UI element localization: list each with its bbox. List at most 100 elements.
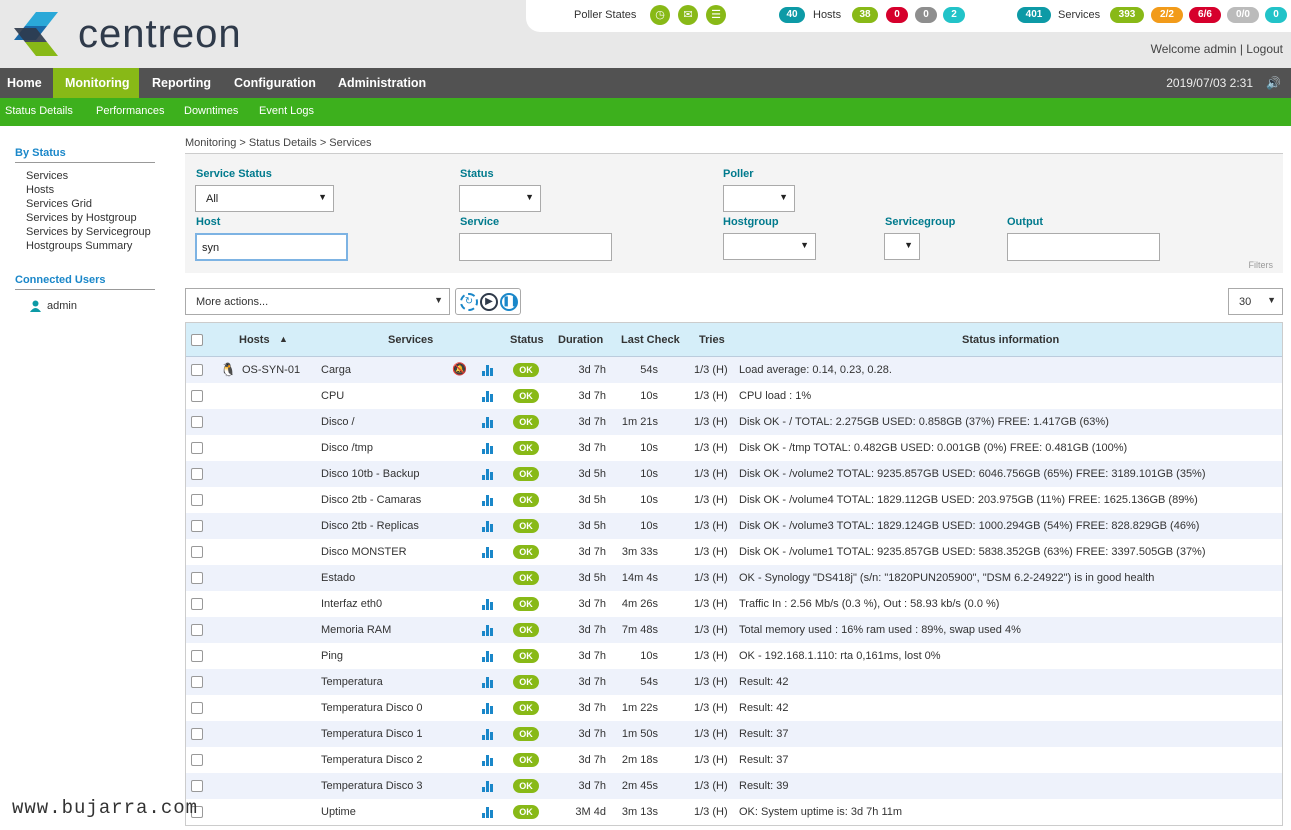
poller-select[interactable]: ▼: [723, 185, 795, 212]
service-name[interactable]: Uptime: [321, 806, 356, 818]
service-name[interactable]: Temperatura Disco 0: [321, 702, 423, 714]
services-critical-badge[interactable]: 6/6: [1189, 7, 1221, 23]
subnav-performances[interactable]: Performances: [96, 105, 164, 117]
services-warning-badge[interactable]: 2/2: [1151, 7, 1183, 23]
table-row[interactable]: Temperatura OK 3d 7h 54s 1/3 (H) Result: 42: [186, 669, 1282, 695]
table-row[interactable]: Temperatura Disco 1 OK 3d 7h 1m 50s 1/3 (H) R…: [186, 721, 1282, 747]
service-name[interactable]: Disco 2tb - Camaras: [321, 494, 421, 506]
inbox-icon[interactable]: ✉: [678, 5, 698, 25]
service-name[interactable]: Disco /tmp: [321, 442, 373, 454]
nav-monitoring[interactable]: Monitoring: [53, 68, 139, 98]
subnav-event-logs[interactable]: Event Logs: [259, 105, 314, 117]
column-last-check[interactable]: Last Check: [621, 334, 680, 346]
row-checkbox[interactable]: [191, 650, 203, 662]
service-name[interactable]: Temperatura Disco 3: [321, 780, 423, 792]
service-name[interactable]: Disco MONSTER: [321, 546, 407, 558]
row-checkbox[interactable]: [191, 754, 203, 766]
sidebar-item-services[interactable]: Services: [26, 170, 68, 182]
graph-icon[interactable]: [482, 469, 494, 480]
row-checkbox[interactable]: [191, 494, 203, 506]
service-name[interactable]: Temperatura Disco 1: [321, 728, 423, 740]
column-hosts[interactable]: Hosts: [239, 334, 270, 346]
row-checkbox[interactable]: [191, 728, 203, 740]
sidebar-item-services-grid[interactable]: Services Grid: [26, 198, 92, 210]
pause-icon[interactable]: ❚❚: [500, 293, 519, 311]
table-row[interactable]: Disco 2tb - Replicas OK 3d 5h 10s 1/3 (H) Dis…: [186, 513, 1282, 539]
subnav-status-details[interactable]: Status Details: [5, 105, 73, 117]
table-row[interactable]: Disco / OK 3d 7h 1m 21s 1/3 (H) Disk OK - / T…: [186, 409, 1282, 435]
graph-icon[interactable]: [482, 781, 494, 792]
table-row[interactable]: Temperatura Disco 0 OK 3d 7h 1m 22s 1/3 (H) R…: [186, 695, 1282, 721]
service-status-select[interactable]: All ▼: [195, 185, 334, 212]
table-row[interactable]: Memoria RAM OK 3d 7h 7m 48s 1/3 (H) Total mem…: [186, 617, 1282, 643]
table-row[interactable]: Uptime OK 3M 4d 3m 13s 1/3 (H) OK: System upt…: [186, 799, 1282, 825]
row-checkbox[interactable]: [191, 702, 203, 714]
column-tries[interactable]: Tries: [699, 334, 725, 346]
sidebar-item-hostgroups-summary[interactable]: Hostgroups Summary: [26, 240, 132, 252]
hosts-up-badge[interactable]: 38: [852, 7, 878, 23]
clock-icon[interactable]: ◷: [650, 5, 670, 25]
more-actions-select[interactable]: More actions... ▼: [185, 288, 450, 315]
row-checkbox[interactable]: [191, 364, 203, 376]
table-row[interactable]: CPU OK 3d 7h 10s 1/3 (H) CPU load : 1%: [186, 383, 1282, 409]
table-row[interactable]: Estado OK 3d 5h 14m 4s 1/3 (H) OK - Synology …: [186, 565, 1282, 591]
database-icon[interactable]: ☰: [706, 5, 726, 25]
graph-icon[interactable]: [482, 807, 494, 818]
graph-icon[interactable]: [482, 677, 494, 688]
table-row[interactable]: Ping OK 3d 7h 10s 1/3 (H) OK - 192.168.1.110:…: [186, 643, 1282, 669]
service-name[interactable]: CPU: [321, 390, 344, 402]
graph-icon[interactable]: [482, 365, 494, 376]
service-name[interactable]: Ping: [321, 650, 343, 662]
row-checkbox[interactable]: [191, 676, 203, 688]
select-all-checkbox[interactable]: [191, 334, 203, 346]
service-name[interactable]: Interfaz eth0: [321, 598, 382, 610]
host-input[interactable]: syn: [195, 233, 348, 261]
table-row[interactable]: Disco /tmp OK 3d 7h 10s 1/3 (H) Disk OK - /tm…: [186, 435, 1282, 461]
table-row[interactable]: Interfaz eth0 OK 3d 7h 4m 26s 1/3 (H) Traffic…: [186, 591, 1282, 617]
service-input[interactable]: [459, 233, 612, 261]
service-name[interactable]: Disco /: [321, 416, 355, 428]
service-name[interactable]: Disco 10tb - Backup: [321, 468, 419, 480]
services-ok-badge[interactable]: 393: [1110, 7, 1144, 23]
refresh-icon[interactable]: ↻: [460, 293, 478, 311]
service-name[interactable]: Carga: [321, 364, 351, 376]
sort-asc-icon[interactable]: ▲: [279, 334, 288, 344]
row-checkbox[interactable]: [191, 416, 203, 428]
service-name[interactable]: Memoria RAM: [321, 624, 391, 636]
graph-icon[interactable]: [482, 755, 494, 766]
graph-icon[interactable]: [482, 729, 494, 740]
table-row[interactable]: Disco 10tb - Backup OK 3d 5h 10s 1/3 (H) Disk…: [186, 461, 1282, 487]
row-checkbox[interactable]: [191, 572, 203, 584]
column-status-information[interactable]: Status information: [962, 334, 1059, 346]
graph-icon[interactable]: [482, 521, 494, 532]
row-checkbox[interactable]: [191, 390, 203, 402]
row-checkbox[interactable]: [191, 780, 203, 792]
row-checkbox[interactable]: [191, 546, 203, 558]
sidebar-item-hosts[interactable]: Hosts: [26, 184, 54, 196]
status-select[interactable]: ▼: [459, 185, 541, 212]
service-name[interactable]: Temperatura Disco 2: [321, 754, 423, 766]
nav-configuration[interactable]: Configuration: [222, 68, 328, 98]
service-name[interactable]: Temperatura: [321, 676, 383, 688]
row-checkbox[interactable]: [191, 442, 203, 454]
hosts-down-badge[interactable]: 0: [886, 7, 908, 23]
graph-icon[interactable]: [482, 651, 494, 662]
centreon-logo[interactable]: centreon: [14, 10, 274, 58]
column-status[interactable]: Status: [510, 334, 544, 346]
row-checkbox[interactable]: [191, 598, 203, 610]
row-checkbox[interactable]: [191, 468, 203, 480]
row-checkbox[interactable]: [191, 520, 203, 532]
graph-icon[interactable]: [482, 625, 494, 636]
sound-icon[interactable]: 🔊: [1266, 76, 1281, 90]
page-limit-select[interactable]: 30 ▼: [1228, 288, 1283, 315]
graph-icon[interactable]: [482, 547, 494, 558]
graph-icon[interactable]: [482, 495, 494, 506]
subnav-downtimes[interactable]: Downtimes: [184, 105, 238, 117]
services-total-badge[interactable]: 401: [1017, 7, 1051, 23]
nav-administration[interactable]: Administration: [326, 68, 438, 98]
graph-icon[interactable]: [482, 417, 494, 428]
nav-reporting[interactable]: Reporting: [140, 68, 223, 98]
play-icon[interactable]: ▶: [480, 293, 498, 311]
graph-icon[interactable]: [482, 703, 494, 714]
column-services[interactable]: Services: [388, 334, 433, 346]
